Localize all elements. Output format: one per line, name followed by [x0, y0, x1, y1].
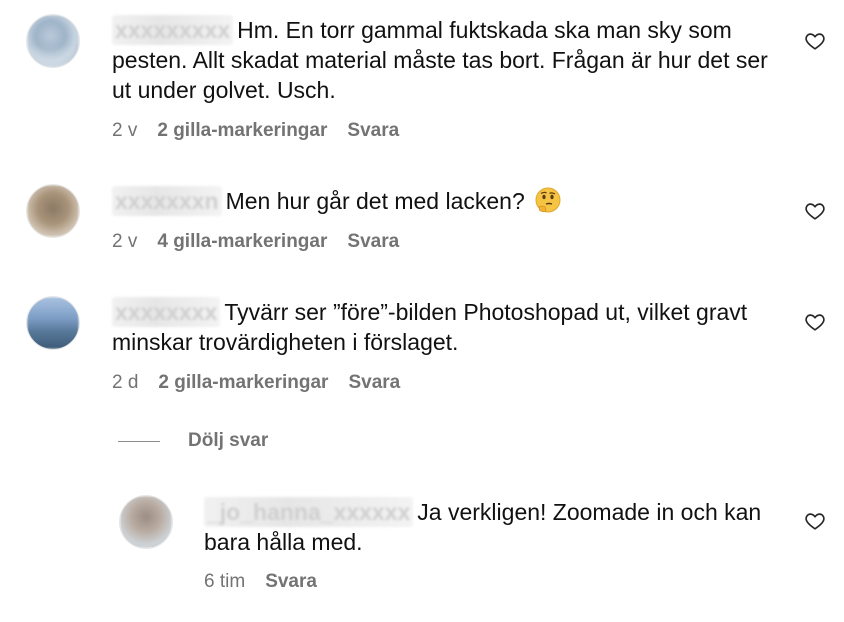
hide-replies-toggle[interactable]: Dölj svar: [118, 430, 268, 452]
avatar[interactable]: [26, 184, 80, 238]
comment-age[interactable]: 2 d: [112, 372, 138, 394]
heart-outline-icon[interactable]: [804, 30, 826, 52]
heart-outline-icon[interactable]: [804, 311, 826, 333]
comment-text: xxxxxxxxx Hm. En torr gammal fuktskada sk…: [112, 15, 782, 105]
heart-outline-icon[interactable]: [804, 200, 826, 222]
avatar[interactable]: [119, 495, 173, 549]
comment-username[interactable]: xxxxxxxxx: [112, 15, 234, 45]
comment-meta: 2 v 4 gilla-markeringar Svara: [112, 231, 399, 253]
comment-text: xxxxxxxn Men hur går det med lacken?: [112, 186, 782, 216]
reply-button[interactable]: Svara: [265, 571, 317, 593]
comment-meta: 6 tim Svara: [204, 571, 317, 593]
avatar[interactable]: [26, 296, 80, 350]
comment-meta: 2 d 2 gilla-markeringar Svara: [112, 372, 400, 394]
comment-username[interactable]: xxxxxxxn: [112, 186, 222, 216]
hide-replies-label: Dölj svar: [188, 430, 269, 451]
reply-button[interactable]: Svara: [347, 231, 399, 253]
comment-meta: 2 v 2 gilla-markeringar Svara: [112, 120, 399, 142]
reply-button[interactable]: Svara: [347, 120, 399, 142]
comment-age[interactable]: 6 tim: [204, 571, 245, 593]
comment-likes[interactable]: 4 gilla-markeringar: [157, 231, 327, 253]
reply-button[interactable]: Svara: [348, 372, 400, 394]
comment-text: xxxxxxxx Tyvärr ser ”före”-bilden Photosh…: [112, 297, 752, 357]
comment-body: Men hur går det med lacken?: [225, 188, 525, 214]
comment-likes[interactable]: 2 gilla-markeringar: [158, 372, 328, 394]
comment-likes[interactable]: 2 gilla-markeringar: [157, 120, 327, 142]
thinking-face-emoji: [535, 187, 561, 213]
avatar[interactable]: [26, 14, 80, 68]
comment-age[interactable]: 2 v: [112, 120, 137, 142]
comment-username[interactable]: xxxxxxxx: [112, 297, 221, 327]
comment-age[interactable]: 2 v: [112, 231, 137, 253]
comment-text: _jo_hanna_xxxxxx Ja verkligen! Zoomade in…: [204, 497, 794, 557]
comment-username[interactable]: _jo_hanna_xxxxxx: [204, 497, 414, 527]
replies-divider-line: [118, 440, 160, 442]
heart-outline-icon[interactable]: [804, 510, 826, 532]
